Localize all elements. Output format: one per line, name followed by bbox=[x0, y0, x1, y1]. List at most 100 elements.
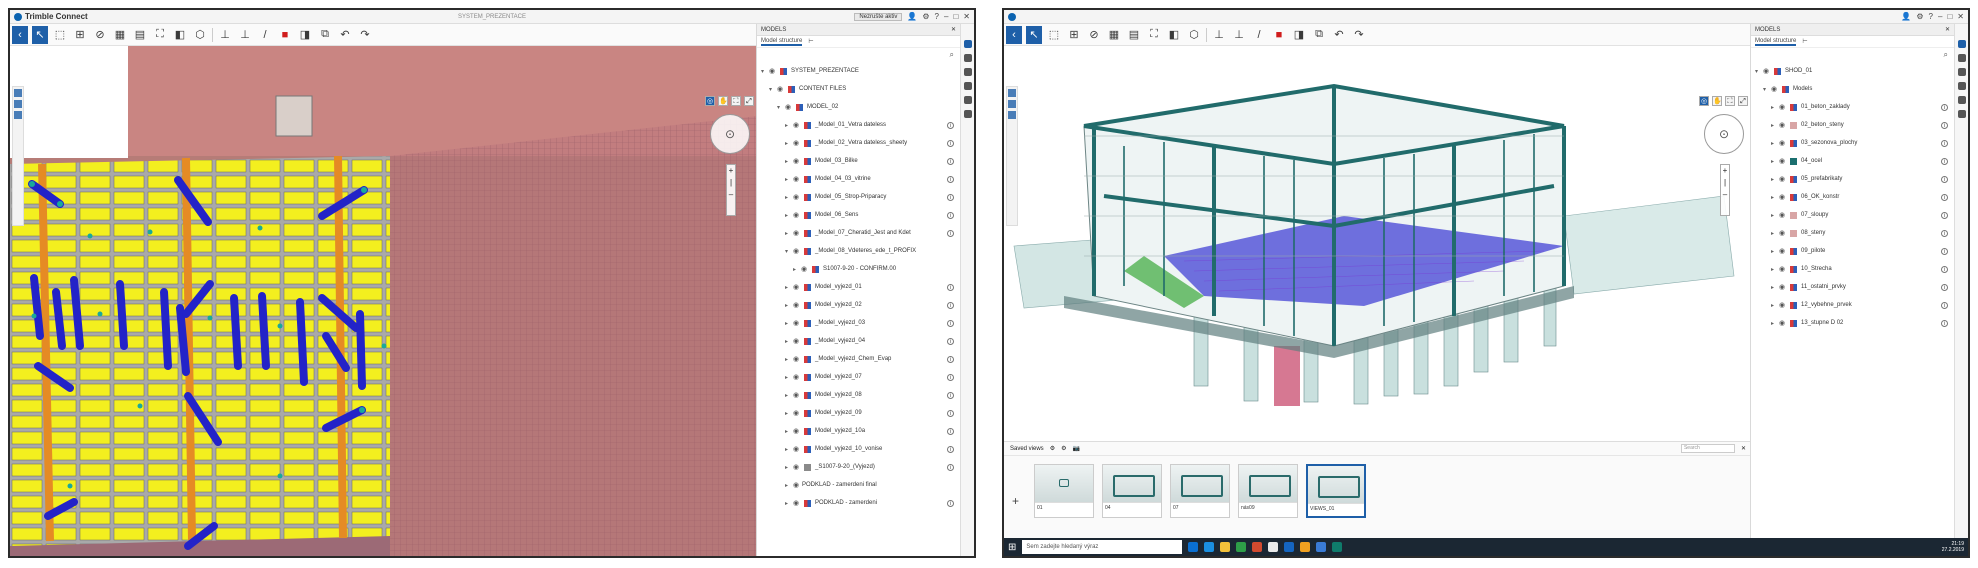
chevron-right-icon[interactable]: ▸ bbox=[785, 338, 793, 345]
task-view-icon[interactable] bbox=[1188, 542, 1199, 552]
folder-icon[interactable] bbox=[1300, 542, 1311, 552]
chevron-right-icon[interactable]: ▸ bbox=[785, 500, 793, 507]
tree-row[interactable]: ▸ ◉ 08_steny i bbox=[1751, 224, 1954, 242]
pan-icon[interactable] bbox=[1008, 111, 1016, 119]
chevron-right-icon[interactable]: ▸ bbox=[785, 464, 793, 471]
tree-row[interactable]: ▸ ◉ 11_ostatni_prvky i bbox=[1751, 278, 1954, 296]
area-select-icon[interactable]: ⬚ bbox=[52, 28, 68, 41]
views-side-icon[interactable] bbox=[963, 68, 972, 76]
back-icon[interactable]: ‹ bbox=[1006, 25, 1022, 44]
chevron-down-icon[interactable]: ▾ bbox=[777, 104, 785, 111]
measure-icon[interactable]: ⊥ bbox=[1211, 28, 1227, 41]
info-icon[interactable]: i bbox=[1941, 121, 1948, 129]
view-side-tools[interactable] bbox=[12, 86, 24, 226]
tree-row[interactable]: ▸ ◉ 04_ocel i bbox=[1751, 152, 1954, 170]
tab-list-icon[interactable]: ⊢ bbox=[808, 38, 813, 45]
info-icon[interactable]: i bbox=[947, 121, 954, 129]
taskbar-search-input[interactable]: Sem zadejte hledaný výraz bbox=[1022, 540, 1183, 554]
word-icon[interactable] bbox=[1284, 542, 1295, 552]
visibility-eye-icon[interactable]: ◉ bbox=[793, 193, 802, 201]
info-icon[interactable]: i bbox=[947, 409, 954, 417]
chevron-right-icon[interactable]: ▸ bbox=[785, 212, 793, 219]
visibility-eye-icon[interactable]: ◉ bbox=[793, 157, 802, 165]
tree-row[interactable]: ▸ ◉ _Model_vyjezd_03 i bbox=[757, 314, 960, 332]
multi-select-icon[interactable]: ⊞ bbox=[1066, 28, 1082, 41]
visibility-eye-icon[interactable]: ◉ bbox=[793, 247, 802, 255]
minimize-icon[interactable]: – bbox=[1938, 12, 1942, 21]
models-side-icon[interactable] bbox=[963, 40, 972, 48]
visibility-eye-icon[interactable]: ◉ bbox=[793, 301, 802, 309]
add-view-icon[interactable]: + bbox=[1012, 494, 1019, 508]
visibility-eye-icon[interactable]: ◉ bbox=[1779, 301, 1788, 309]
chevron-right-icon[interactable]: ▸ bbox=[785, 230, 793, 237]
walk-mode-icon[interactable]: ⛶ bbox=[731, 96, 741, 106]
measure-point-icon[interactable]: ⊥ bbox=[237, 28, 253, 41]
visibility-eye-icon[interactable]: ◉ bbox=[1771, 85, 1780, 93]
chevron-right-icon[interactable]: ▸ bbox=[785, 374, 793, 381]
visibility-eye-icon[interactable]: ◉ bbox=[793, 427, 802, 435]
chrome-icon[interactable] bbox=[1236, 542, 1247, 552]
markup-line-icon[interactable]: / bbox=[1251, 29, 1267, 41]
expand-icon[interactable]: ⤢ bbox=[744, 96, 754, 106]
info-icon[interactable]: i bbox=[947, 193, 954, 201]
tree-row[interactable]: ▸ ◉ 13_stupne D 02 i bbox=[1751, 314, 1954, 332]
view-thumbnail[interactable]: 01 bbox=[1034, 464, 1094, 518]
tab-model-structure[interactable]: Model structure bbox=[761, 38, 803, 46]
chevron-right-icon[interactable]: ▸ bbox=[1771, 284, 1779, 291]
settings-side-icon[interactable] bbox=[1957, 110, 1966, 118]
settings-icon[interactable]: ⚙ bbox=[1061, 445, 1066, 452]
visibility-eye-icon[interactable]: ◉ bbox=[793, 337, 802, 345]
tree-row[interactable]: ▸ ◉ 12_vybehne_prvek i bbox=[1751, 296, 1954, 314]
tree-row[interactable]: ▾ ◉ _Model_08_Vdeteres_ede_t_PROFIX bbox=[757, 242, 960, 260]
visibility-eye-icon[interactable]: ◉ bbox=[1763, 67, 1772, 75]
visibility-eye-icon[interactable]: ◉ bbox=[1779, 283, 1788, 291]
tree-row[interactable]: ▸ ◉ 01_beton_zaklady i bbox=[1751, 98, 1954, 116]
clip-icon[interactable]: ◨ bbox=[1291, 28, 1307, 41]
undo-icon[interactable]: ↶ bbox=[337, 28, 353, 41]
chevron-right-icon[interactable]: ▸ bbox=[1771, 266, 1779, 273]
info-icon[interactable]: i bbox=[1941, 157, 1948, 165]
info-icon[interactable]: i bbox=[1941, 211, 1948, 219]
view-thumbnail[interactable]: 04 bbox=[1102, 464, 1162, 518]
view-thumbnail[interactable]: 07 bbox=[1170, 464, 1230, 518]
info-icon[interactable]: i bbox=[947, 373, 954, 381]
chevron-right-icon[interactable]: ▸ bbox=[785, 320, 793, 327]
cube-icon[interactable]: ⬡ bbox=[1186, 28, 1202, 41]
chevron-right-icon[interactable]: ▸ bbox=[785, 302, 793, 309]
tree-row[interactable]: ▸ ◉ Model_vyjezd_10a i bbox=[757, 422, 960, 440]
tree-row[interactable]: ▸ ◉ 05_prefabrikaty i bbox=[1751, 170, 1954, 188]
clash-side-icon[interactable] bbox=[1957, 82, 1966, 90]
zoom-slider[interactable]: + | – bbox=[726, 164, 736, 216]
tree-row[interactable]: ▸ ◉ 02_beton_steny i bbox=[1751, 116, 1954, 134]
visibility-eye-icon[interactable]: ◉ bbox=[793, 481, 802, 489]
view-thumbnail[interactable]: nás09 bbox=[1238, 464, 1298, 518]
select-pointer-icon[interactable]: ↖ bbox=[1026, 25, 1042, 44]
tree-row[interactable]: ▾ ◉ SHOD_01 bbox=[1751, 62, 1954, 80]
fit-icon[interactable]: ⛶ bbox=[152, 28, 168, 41]
views-close-icon[interactable]: ✕ bbox=[1741, 445, 1746, 452]
visibility-eye-icon[interactable]: ◉ bbox=[769, 67, 778, 75]
chevron-right-icon[interactable]: ▸ bbox=[1771, 302, 1779, 309]
tree-row[interactable]: ▸ ◉ _S1007-9-20_(Vyjezd) i bbox=[757, 458, 960, 476]
section-box-icon[interactable]: ▦ bbox=[1106, 28, 1122, 41]
info-icon[interactable]: i bbox=[1941, 301, 1948, 309]
chevron-right-icon[interactable]: ▸ bbox=[785, 392, 793, 399]
walk-icon[interactable] bbox=[1008, 89, 1016, 97]
tree-row[interactable]: ▸ ◉ 06_OK_konstr i bbox=[1751, 188, 1954, 206]
hide-icon[interactable]: ⊘ bbox=[1086, 28, 1102, 41]
info-icon[interactable]: i bbox=[947, 463, 954, 471]
tree-row[interactable]: ▾ ◉ SYSTEM_PREZENTACE bbox=[757, 62, 960, 80]
search-icon[interactable]: ⌕ bbox=[1944, 50, 1948, 60]
visibility-eye-icon[interactable]: ◉ bbox=[1779, 175, 1788, 183]
tree-row[interactable]: ▾ ◉ Models bbox=[1751, 80, 1954, 98]
fit-icon[interactable]: ⛶ bbox=[1146, 28, 1162, 41]
windows-start-icon[interactable]: ⊞ bbox=[1008, 542, 1016, 553]
info-icon[interactable]: i bbox=[1941, 175, 1948, 183]
info-icon[interactable]: i bbox=[947, 301, 954, 309]
tree-row[interactable]: ▸ ◉ _Model_07_Cheratid_Jest and Kdet i bbox=[757, 224, 960, 242]
info-icon[interactable]: i bbox=[947, 139, 954, 147]
pan-mode-icon[interactable]: ✋ bbox=[718, 96, 728, 106]
tree-row[interactable]: ▸ ◉ PODKLAD - zamerdeni final bbox=[757, 476, 960, 494]
chevron-right-icon[interactable]: ▸ bbox=[785, 446, 793, 453]
redo-icon[interactable]: ↷ bbox=[357, 28, 373, 41]
